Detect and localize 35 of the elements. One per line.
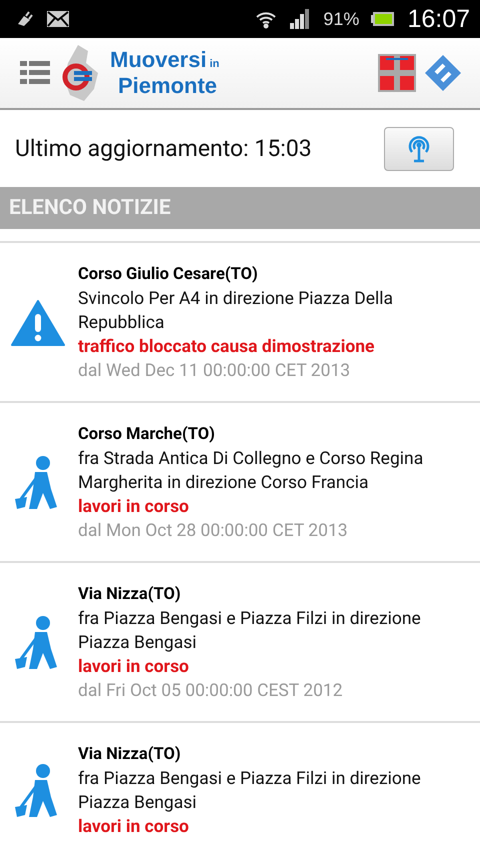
news-cause: lavori in corso — [78, 656, 190, 679]
news-title: Corso Marche(TO) — [78, 424, 216, 446]
news-item[interactable]: Via Nizza(TO) fra Piazza Bengasi e Piazza Filzi in direzione Piazza Bengasi lavori in corso — [0, 721, 480, 854]
warning-icon — [11, 299, 65, 347]
refresh-button[interactable] — [384, 126, 454, 170]
news-date: dal Wed Dec 11 00:00:00 CET 2013 — [78, 360, 352, 383]
news-description: Svincolo Per A4 in direzione Piazza Della Repubblica — [78, 288, 394, 335]
logo-small-text: in — [210, 58, 220, 70]
coat-of-arms-icon — [378, 54, 416, 92]
news-description: fra Piazza Bengasi e Piazza Filzi in direzione Piazza Bengasi — [78, 608, 422, 655]
logo-subtext: Piemonte — [118, 75, 218, 97]
diamond-logo-icon — [424, 54, 462, 92]
news-date: dal Mon Oct 28 00:00:00 CET 2013 — [78, 520, 349, 543]
news-cause: lavori in corso — [78, 496, 190, 519]
news-item[interactable]: Corso Marche(TO) fra Strada Antica Di Collegno e Corso Regina Margherita in direzione Corso Francia lavori in corso dal Mon Oct 28 00:00:00 CET 2013 — [0, 401, 480, 561]
menu-icon[interactable] — [20, 59, 50, 87]
last-update-text: Ultimo aggiornamento: 15:03 — [15, 135, 312, 162]
mail-icon — [46, 10, 70, 28]
news-description: fra Piazza Bengasi e Piazza Filzi in direzione Piazza Bengasi — [78, 768, 422, 815]
news-description: fra Strada Antica Di Collegno e Corso Regina Margherita in direzione Corso Francia — [78, 448, 424, 495]
clock: 16:07 — [407, 4, 470, 34]
section-title: ELENCO NOTIZIE — [9, 196, 171, 220]
logo-text: Muoversi — [110, 47, 207, 72]
news-cause: traffico bloccato causa dimostrazione — [78, 336, 376, 359]
antenna-icon — [406, 134, 432, 162]
signal-icon — [289, 9, 312, 29]
battery-icon — [371, 11, 396, 27]
news-title: Corso Giulio Cesare(TO) — [78, 264, 259, 286]
news-date: dal Fri Oct 05 00:00:00 CEST 2012 — [78, 680, 344, 703]
news-cause: lavori in corso — [78, 816, 190, 839]
battery-percent: 91% — [323, 8, 360, 30]
news-item[interactable]: Corso Giulio Cesare(TO) Svincolo Per A4 in direzione Piazza Della Repubblica traffico bloccato causa dimostrazione dal Wed Dec 11 00:00:00 CET 2013 — [0, 241, 480, 401]
news-title: Via Nizza(TO) — [78, 584, 182, 606]
news-title: Via Nizza(TO) — [78, 744, 182, 766]
news-item[interactable]: Via Nizza(TO) fra Piazza Bengasi e Piazza Filzi in direzione Piazza Bengasi lavori in corso dal Fri Oct 05 00:00:00 CEST 2012 — [0, 561, 480, 721]
